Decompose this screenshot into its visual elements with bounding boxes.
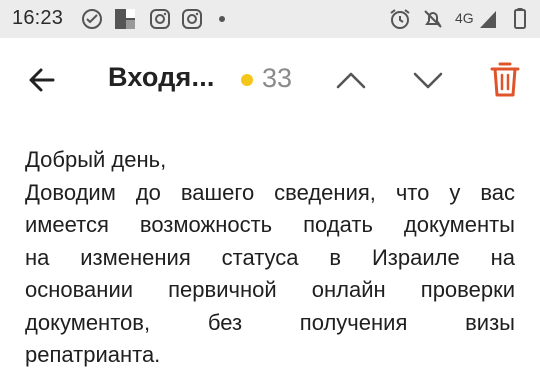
message-line: на изменения статуса в Израиле на — [25, 244, 515, 270]
signal-icon — [480, 11, 496, 28]
folder-title: Входя... — [108, 62, 215, 92]
alarm-icon — [390, 9, 410, 29]
unread-dot-icon — [241, 74, 253, 86]
message-line: Доводим до вашего сведения, что у вас — [25, 179, 515, 205]
status-time: 16:23 — [12, 7, 64, 29]
network-type: 4G — [455, 10, 474, 26]
instagram-icon — [150, 9, 170, 29]
instagram-icon — [182, 9, 202, 29]
chevron-down-icon[interactable] — [410, 62, 446, 98]
app-icon — [115, 9, 135, 29]
message-line: основании первичной онлайн проверки — [25, 277, 515, 302]
message-line: Добрый день, — [25, 147, 167, 172]
message-line: документов, без получения визы — [25, 309, 515, 335]
message-line: репатрианта. — [25, 342, 161, 367]
back-arrow-icon[interactable] — [24, 62, 60, 98]
unread-count: 33 — [262, 63, 293, 93]
status-bar: 16:23 4G — [0, 0, 540, 38]
dot-icon — [219, 16, 225, 22]
message-toolbar: Входя... 33 — [0, 38, 540, 122]
trash-icon[interactable] — [488, 59, 522, 99]
message-line: имеется возможность подать документы — [25, 212, 515, 237]
message-body: Добрый день, Доводим до вашего сведения,… — [25, 144, 515, 372]
chevron-up-icon[interactable] — [333, 62, 369, 98]
battery-icon — [514, 8, 526, 29]
sync-icon — [82, 9, 102, 29]
mute-icon — [424, 10, 442, 28]
